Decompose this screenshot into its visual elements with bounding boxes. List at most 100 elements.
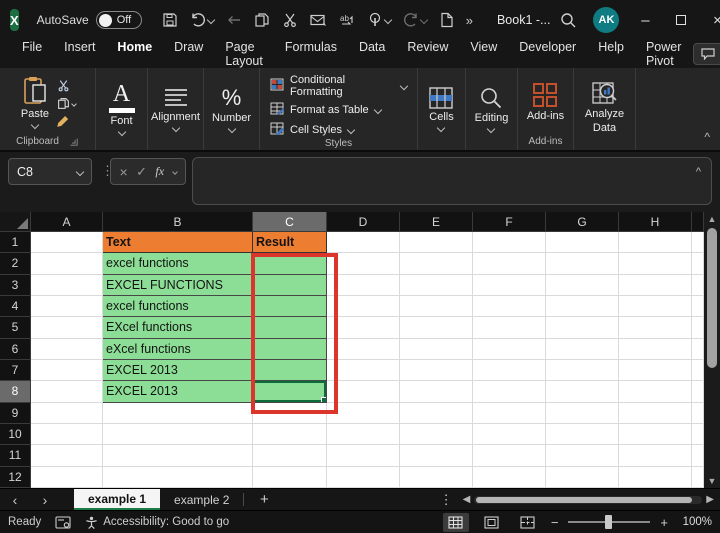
insert-function-button[interactable]: fx (155, 164, 164, 179)
cell-F1[interactable] (473, 232, 546, 253)
cell-D11[interactable] (327, 445, 400, 466)
fx-dropdown-icon[interactable] (172, 169, 178, 175)
cell-E8[interactable] (400, 381, 473, 402)
analyze-data-button[interactable]: Analyze Data (572, 80, 638, 138)
cell-B2[interactable]: excel functions (103, 253, 253, 274)
paste-dropdown-icon[interactable] (31, 120, 39, 128)
cell-E11[interactable] (400, 445, 473, 466)
row-header-6[interactable]: 6 (0, 339, 31, 360)
horizontal-scroll-thumb[interactable] (476, 497, 692, 503)
column-header-B[interactable]: B (103, 212, 253, 232)
font-menu-button[interactable]: A Font (101, 81, 143, 137)
select-all-button[interactable] (0, 212, 31, 232)
cell-B8[interactable]: EXCEL 2013 (103, 381, 253, 402)
addins-button[interactable]: Add-ins (519, 80, 572, 124)
cell-H6[interactable] (619, 339, 692, 360)
cell-F5[interactable] (473, 317, 546, 338)
page-layout-view-button[interactable] (479, 513, 505, 532)
cell-F9[interactable] (473, 403, 546, 424)
cell-A9[interactable] (31, 403, 103, 424)
cell-D8[interactable] (327, 381, 400, 402)
cell-A4[interactable] (31, 296, 103, 317)
cell-A12[interactable] (31, 467, 103, 488)
row-header-2[interactable]: 2 (0, 253, 31, 274)
column-header-D[interactable]: D (327, 212, 400, 232)
cell-E3[interactable] (400, 275, 473, 296)
cell-G4[interactable] (546, 296, 619, 317)
cell-C4[interactable] (253, 296, 327, 317)
row-header-4[interactable]: 4 (0, 296, 31, 317)
cell-E9[interactable] (400, 403, 473, 424)
cell-C8[interactable] (253, 381, 327, 402)
new-sheet-button[interactable]: + (244, 489, 284, 510)
minimize-button[interactable]: – (635, 12, 655, 29)
cell-G7[interactable] (546, 360, 619, 381)
cell-B3[interactable]: EXCEL FUNCTIONS (103, 275, 253, 296)
formula-bar-collapse-icon[interactable]: ^ (696, 166, 701, 178)
hscroll-track[interactable] (474, 496, 702, 504)
cell-H8[interactable] (619, 381, 692, 402)
comments-button[interactable] (693, 43, 720, 65)
sheet-tab-options-icon[interactable]: ⋮ (430, 489, 463, 510)
cell-C10[interactable] (253, 424, 327, 445)
cell-D4[interactable] (327, 296, 400, 317)
cell-G6[interactable] (546, 339, 619, 360)
cell-F12[interactable] (473, 467, 546, 488)
cell-B4[interactable]: excel functions (103, 296, 253, 317)
cell-A1[interactable] (31, 232, 103, 253)
column-header-E[interactable]: E (400, 212, 473, 232)
cell-D12[interactable] (327, 467, 400, 488)
autosave-control[interactable]: AutoSave Off (37, 11, 142, 29)
zoom-slider[interactable] (568, 521, 650, 523)
undo-button[interactable] (190, 12, 214, 28)
number-menu-button[interactable]: % Number (204, 84, 259, 134)
cell-D1[interactable] (327, 232, 400, 253)
cell-F8[interactable] (473, 381, 546, 402)
cell-A10[interactable] (31, 424, 103, 445)
cell-B5[interactable]: EXcel functions (103, 317, 253, 338)
cell-G3[interactable] (546, 275, 619, 296)
cell-B12[interactable] (103, 467, 253, 488)
column-header-H[interactable]: H (619, 212, 692, 232)
cell-D6[interactable] (327, 339, 400, 360)
paste-button[interactable]: Paste (13, 74, 57, 130)
cell-A2[interactable] (31, 253, 103, 274)
cell-F11[interactable] (473, 445, 546, 466)
cell-E6[interactable] (400, 339, 473, 360)
cell-G5[interactable] (546, 317, 619, 338)
column-header-G[interactable]: G (546, 212, 619, 232)
sheet-tab-example-2[interactable]: example 2 (160, 489, 243, 510)
macro-record-button[interactable] (55, 516, 71, 529)
formula-input[interactable]: ^ (192, 157, 712, 205)
name-box-dropdown-icon[interactable] (76, 167, 84, 175)
row-header-5[interactable]: 5 (0, 317, 31, 338)
autosave-toggle[interactable]: Off (96, 11, 142, 29)
cell-H10[interactable] (619, 424, 692, 445)
sheet-tab-example-1[interactable]: example 1 (74, 489, 160, 510)
cell-H12[interactable] (619, 467, 692, 488)
cell-D3[interactable] (327, 275, 400, 296)
cell-E2[interactable] (400, 253, 473, 274)
row-header-9[interactable]: 9 (0, 403, 31, 424)
new-file-button[interactable] (439, 12, 454, 28)
cut-button[interactable] (282, 12, 298, 28)
cell-B11[interactable] (103, 445, 253, 466)
vertical-scrollbar[interactable]: ▲ ▼ (704, 212, 720, 488)
editing-menu-button[interactable]: Editing (467, 84, 517, 134)
close-button[interactable]: × (707, 12, 720, 29)
cell-E5[interactable] (400, 317, 473, 338)
account-avatar[interactable]: AK (593, 7, 619, 33)
alignment-menu-button[interactable]: Alignment (143, 85, 208, 133)
cell-B6[interactable]: eXcel functions (103, 339, 253, 360)
cell-H1[interactable] (619, 232, 692, 253)
scroll-down-icon[interactable]: ▼ (704, 476, 720, 486)
cell-G1[interactable] (546, 232, 619, 253)
cell-H7[interactable] (619, 360, 692, 381)
cell-C3[interactable] (253, 275, 327, 296)
cell-E1[interactable] (400, 232, 473, 253)
cell-G8[interactable] (546, 381, 619, 402)
copy-small-button[interactable] (57, 97, 76, 110)
cell-D7[interactable] (327, 360, 400, 381)
cell-F6[interactable] (473, 339, 546, 360)
cell-C5[interactable] (253, 317, 327, 338)
